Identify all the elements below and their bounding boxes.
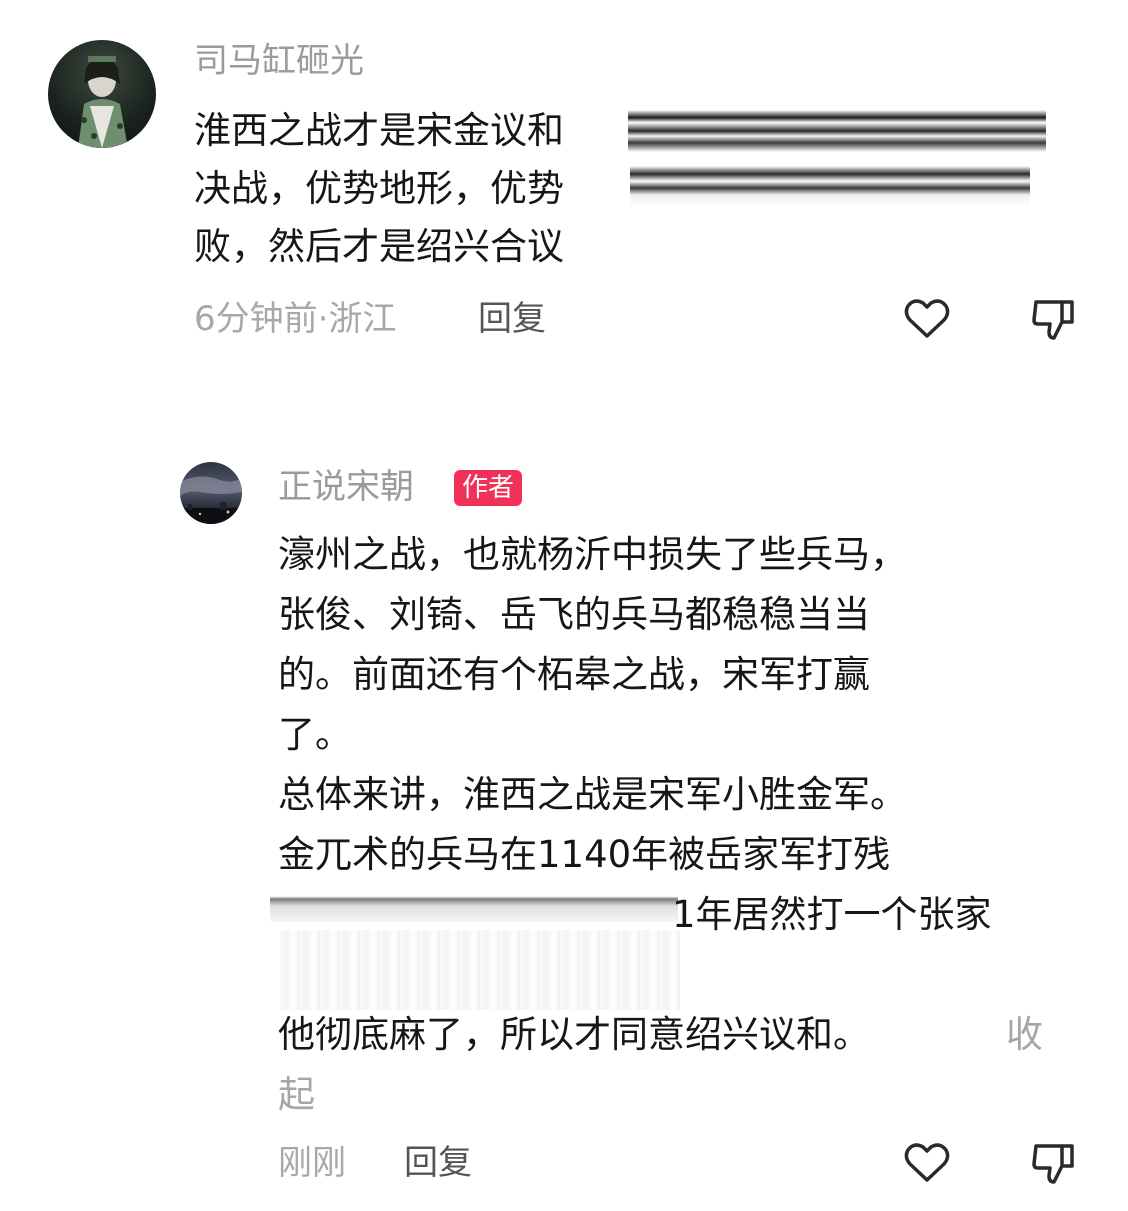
- redaction-blur: [280, 930, 680, 1010]
- username[interactable]: 正说宋朝: [278, 470, 414, 504]
- comment-text-line: 了。: [278, 713, 352, 756]
- comment-text-line: 总体来讲，淮西之战是宋军小胜金军。: [278, 773, 907, 816]
- collapse-link[interactable]: 起: [278, 1076, 315, 1113]
- collapse-link[interactable]: 收: [1006, 1016, 1043, 1053]
- heart-outline-icon[interactable]: [902, 1138, 952, 1188]
- comment-text-line: 金兀术的兵马在1140年被岳家军打残: [278, 833, 891, 876]
- comment-2: 正说宋朝 作者 濠州之战，也就杨沂中损失了些兵马， 张俊、刘锜、岳飞的兵马都稳稳…: [0, 0, 1128, 1211]
- comment-text-line: 的。前面还有个柘皋之战，宋军打赢: [278, 653, 870, 696]
- comment-text-line: 濠州之战，也就杨沂中损失了些兵马，: [278, 533, 907, 576]
- reply-button[interactable]: 回复: [404, 1146, 472, 1180]
- comment-text-line: 张俊、刘锜、岳飞的兵马都稳稳当当: [278, 593, 870, 636]
- avatar[interactable]: [180, 462, 242, 524]
- comment-text-line: 他彻底麻了，所以才同意绍兴议和。: [278, 1013, 870, 1056]
- author-badge: 作者: [454, 470, 523, 506]
- comment-meta: 刚刚: [278, 1143, 346, 1183]
- redaction-blur: [270, 890, 678, 922]
- comment-text-line: 1年居然打一个张家: [672, 893, 992, 936]
- thumbs-down-outline-icon[interactable]: [1028, 1138, 1078, 1188]
- avatar-image: [180, 476, 242, 524]
